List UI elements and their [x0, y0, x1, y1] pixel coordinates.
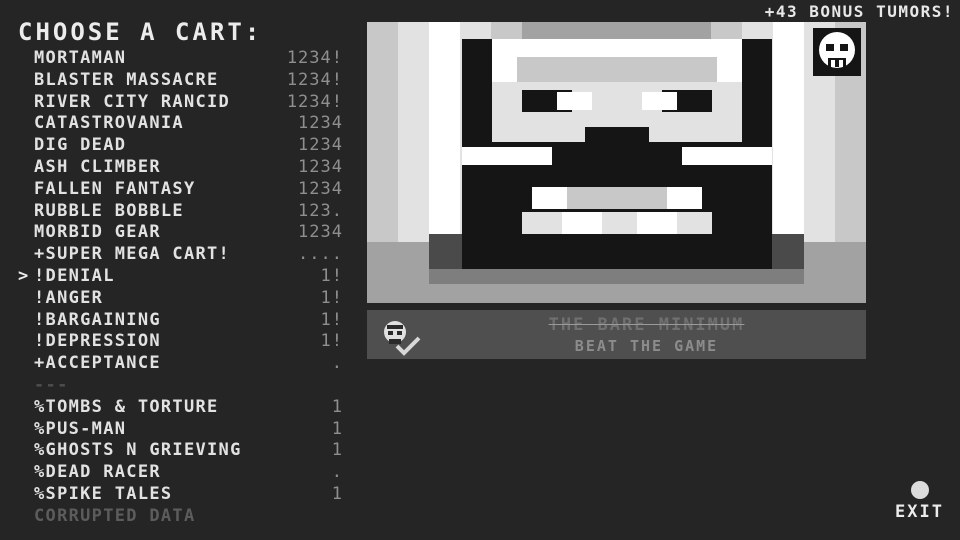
cart-name: ASH CLIMBER [34, 156, 161, 177]
cart-score: 1! [320, 331, 343, 352]
cart-item[interactable]: MORBID GEAR 1234 [18, 222, 363, 244]
cart-name: MORTAMAN [34, 48, 127, 68]
cart-score: 1234 [298, 222, 343, 243]
cart-item[interactable]: %GHOSTS N GRIEVING 1 [18, 440, 363, 462]
cart-item[interactable]: !ANGER 1! [18, 288, 363, 310]
cart-name: CATASTROVANIA [34, 113, 184, 134]
cart-score: 1234! [286, 91, 343, 112]
cart-name: BLASTER MASSACRE [34, 69, 219, 90]
cart-score: 1! [320, 265, 343, 286]
cart-item[interactable]: %TOMBS & TORTURE 1 [18, 397, 363, 419]
cart-score: . [331, 353, 343, 374]
cart-list: MORTAMAN 1234! BLASTER MASSACRE 1234! RIVER … [18, 48, 363, 528]
cart-item[interactable]: !DEPRESSION 1! [18, 331, 363, 353]
cart-score: 1234! [286, 48, 343, 68]
cart-score: 1 [331, 418, 343, 439]
cart-name: %TOMBS & TORTURE [34, 396, 219, 417]
exit-label: EXIT [895, 502, 944, 522]
cart-name: %SPIKE TALES [34, 483, 173, 504]
exit-button[interactable]: EXIT [895, 481, 944, 522]
cart-score: 123. [298, 200, 343, 221]
cart-name: RIVER CITY RANCID [34, 91, 231, 112]
cart-name: MORBID GEAR [34, 222, 161, 243]
cart-item[interactable]: RIVER CITY RANCID 1234! [18, 92, 363, 114]
cart-name: CORRUPTED DATA [34, 505, 196, 526]
achievement-panel: THE BARE MINIMUM BEAT THE GAME [367, 310, 866, 359]
achievement-name: THE BARE MINIMUM [548, 315, 745, 335]
cart-item[interactable]: %SPIKE TALES 1 [18, 484, 363, 506]
cart-name: +ACCEPTANCE [34, 353, 161, 374]
cart-item[interactable]: MORTAMAN 1234! [18, 48, 363, 70]
cart-name: !ANGER [34, 287, 104, 308]
cart-score: 1 [331, 483, 343, 504]
cart-item[interactable]: FALLEN FANTASY 1234 [18, 179, 363, 201]
cart-name: FALLEN FANTASY [34, 178, 196, 199]
cart-score: . [331, 462, 343, 483]
page-title: CHOOSE A CART: [18, 18, 263, 46]
cart-item[interactable]: !BARGAINING 1! [18, 310, 363, 332]
cart-score: .... [298, 244, 343, 265]
cart-item[interactable]: RUBBLE BOBBLE 123. [18, 201, 363, 223]
selection-cursor-icon: > [18, 265, 30, 286]
cart-preview-image [367, 22, 866, 303]
skull-face-art [367, 22, 866, 303]
cart-item[interactable]: CATASTROVANIA 1234 [18, 113, 363, 135]
cart-item[interactable]: CORRUPTED DATA [18, 506, 363, 528]
achievement-description: BEAT THE GAME [574, 337, 719, 355]
button-dot-icon [910, 481, 929, 499]
cart-name: %GHOSTS N GRIEVING [34, 440, 242, 461]
cart-name: --- [34, 374, 69, 395]
cart-name: !DENIAL [34, 265, 115, 286]
cart-score: 1! [320, 309, 343, 330]
cart-name: RUBBLE BOBBLE [34, 200, 184, 221]
cart-name: %DEAD RACER [34, 462, 161, 483]
cart-score: 1! [320, 287, 343, 308]
cart-name: !DEPRESSION [34, 331, 161, 352]
cart-item[interactable]: +ACCEPTANCE. [18, 353, 363, 375]
cart-score: 1234 [298, 178, 343, 199]
cart-score: 1234 [298, 135, 343, 156]
cart-item[interactable]: %PUS-MAN 1 [18, 419, 363, 441]
cart-item[interactable]: BLASTER MASSACRE 1234! [18, 70, 363, 92]
cart-score: 1 [331, 396, 343, 417]
skull-checkmark-icon [375, 316, 423, 356]
list-separator: --- [18, 375, 363, 397]
cart-item[interactable]: > !DENIAL 1! [18, 266, 363, 288]
cart-item[interactable]: +SUPER MEGA CART!.... [18, 244, 363, 266]
cart-item[interactable]: %DEAD RACER. [18, 462, 363, 484]
cart-name: %PUS-MAN [34, 418, 127, 439]
cart-score: 1 [331, 440, 343, 461]
cart-name: !BARGAINING [34, 309, 161, 330]
cart-score: 1234! [286, 69, 343, 90]
cart-name: DIG DEAD [34, 135, 127, 156]
cart-item[interactable]: ASH CLIMBER 1234 [18, 157, 363, 179]
bonus-tumors-counter: +43 BONUS TUMORS! [764, 2, 954, 21]
cart-score: 1234 [298, 156, 343, 177]
cart-name: +SUPER MEGA CART! [34, 244, 231, 265]
cart-score: 1234 [298, 113, 343, 134]
cart-item[interactable]: DIG DEAD 1234 [18, 135, 363, 157]
nose [585, 127, 649, 145]
